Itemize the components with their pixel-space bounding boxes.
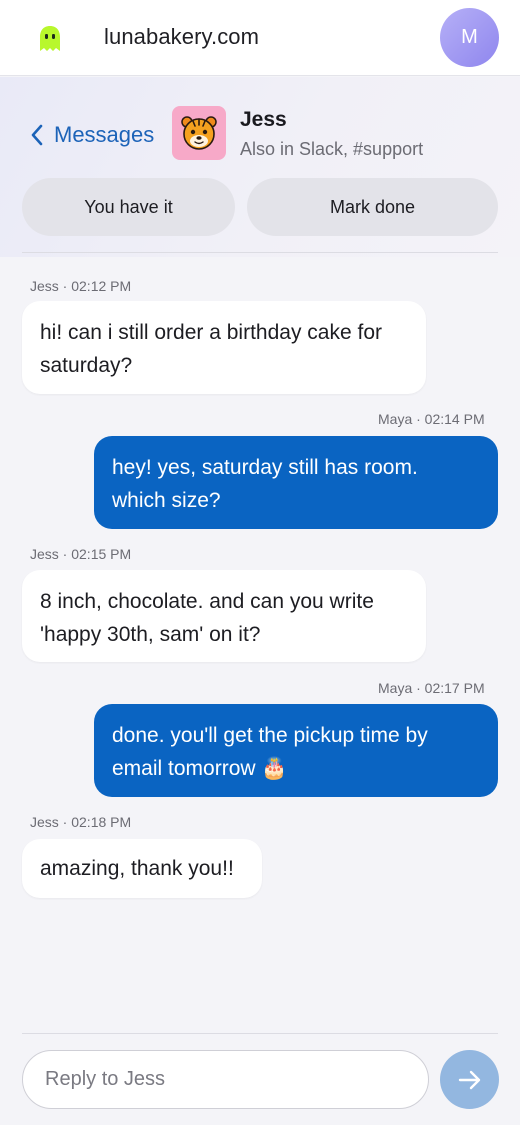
message-line: done. you'll get the pickup time by	[112, 724, 428, 747]
header-divider	[22, 252, 498, 253]
tiger-face-icon	[181, 116, 217, 150]
reply-input[interactable]	[22, 1050, 429, 1109]
message-meta: Maya · 02:14 PM	[378, 411, 485, 427]
back-label: Messages	[54, 122, 155, 147]
arrow-right-icon	[458, 1070, 480, 1089]
user-avatar[interactable]: M	[440, 8, 499, 67]
chevron-left-icon	[31, 124, 43, 146]
mark-done-button[interactable]: Mark done	[247, 178, 498, 236]
message-meta: Maya · 02:17 PM	[378, 680, 485, 696]
message-line: hey! yes, saturday still has room.	[112, 456, 418, 479]
message-line: email tomorrow 🎂	[112, 757, 288, 780]
message-meta: Jess · 02:15 PM	[30, 546, 132, 562]
site-name[interactable]: lunabakery.com	[104, 24, 259, 50]
outgoing-message-bubble[interactable]: hey! yes, saturday still has room. which…	[94, 436, 498, 529]
message-line: hi! can i still order a birthday cake fo…	[40, 321, 382, 344]
message-line: which size?	[112, 489, 221, 512]
message-meta: Jess · 02:12 PM	[30, 278, 132, 294]
incoming-message-bubble[interactable]: amazing, thank you!!	[22, 839, 262, 898]
message-line: saturday?	[40, 354, 133, 377]
you-have-it-button[interactable]: You have it	[22, 178, 235, 236]
message-meta: Jess · 02:18 PM	[30, 814, 132, 830]
top-bar: lunabakery.com M	[0, 0, 520, 76]
message-line: amazing, thank you!!	[40, 857, 234, 880]
contact-avatar[interactable]	[172, 106, 226, 160]
incoming-message-bubble[interactable]: hi! can i still order a birthday cake fo…	[22, 301, 426, 394]
contact-subtitle: Also in Slack, #support	[240, 139, 424, 159]
ghost-icon[interactable]	[38, 25, 62, 53]
composer-divider	[22, 1033, 498, 1034]
message-line: 8 inch, chocolate. and can you write	[40, 590, 374, 613]
outgoing-message-bubble[interactable]: done. you'll get the pickup time by emai…	[94, 704, 498, 797]
send-button[interactable]	[440, 1050, 499, 1109]
message-line: 'happy 30th, sam' on it?	[40, 623, 261, 646]
back-to-messages-link[interactable]: Messages	[30, 119, 154, 151]
incoming-message-bubble[interactable]: 8 inch, chocolate. and can you write 'ha…	[22, 570, 426, 662]
contact-name: Jess	[240, 108, 287, 131]
